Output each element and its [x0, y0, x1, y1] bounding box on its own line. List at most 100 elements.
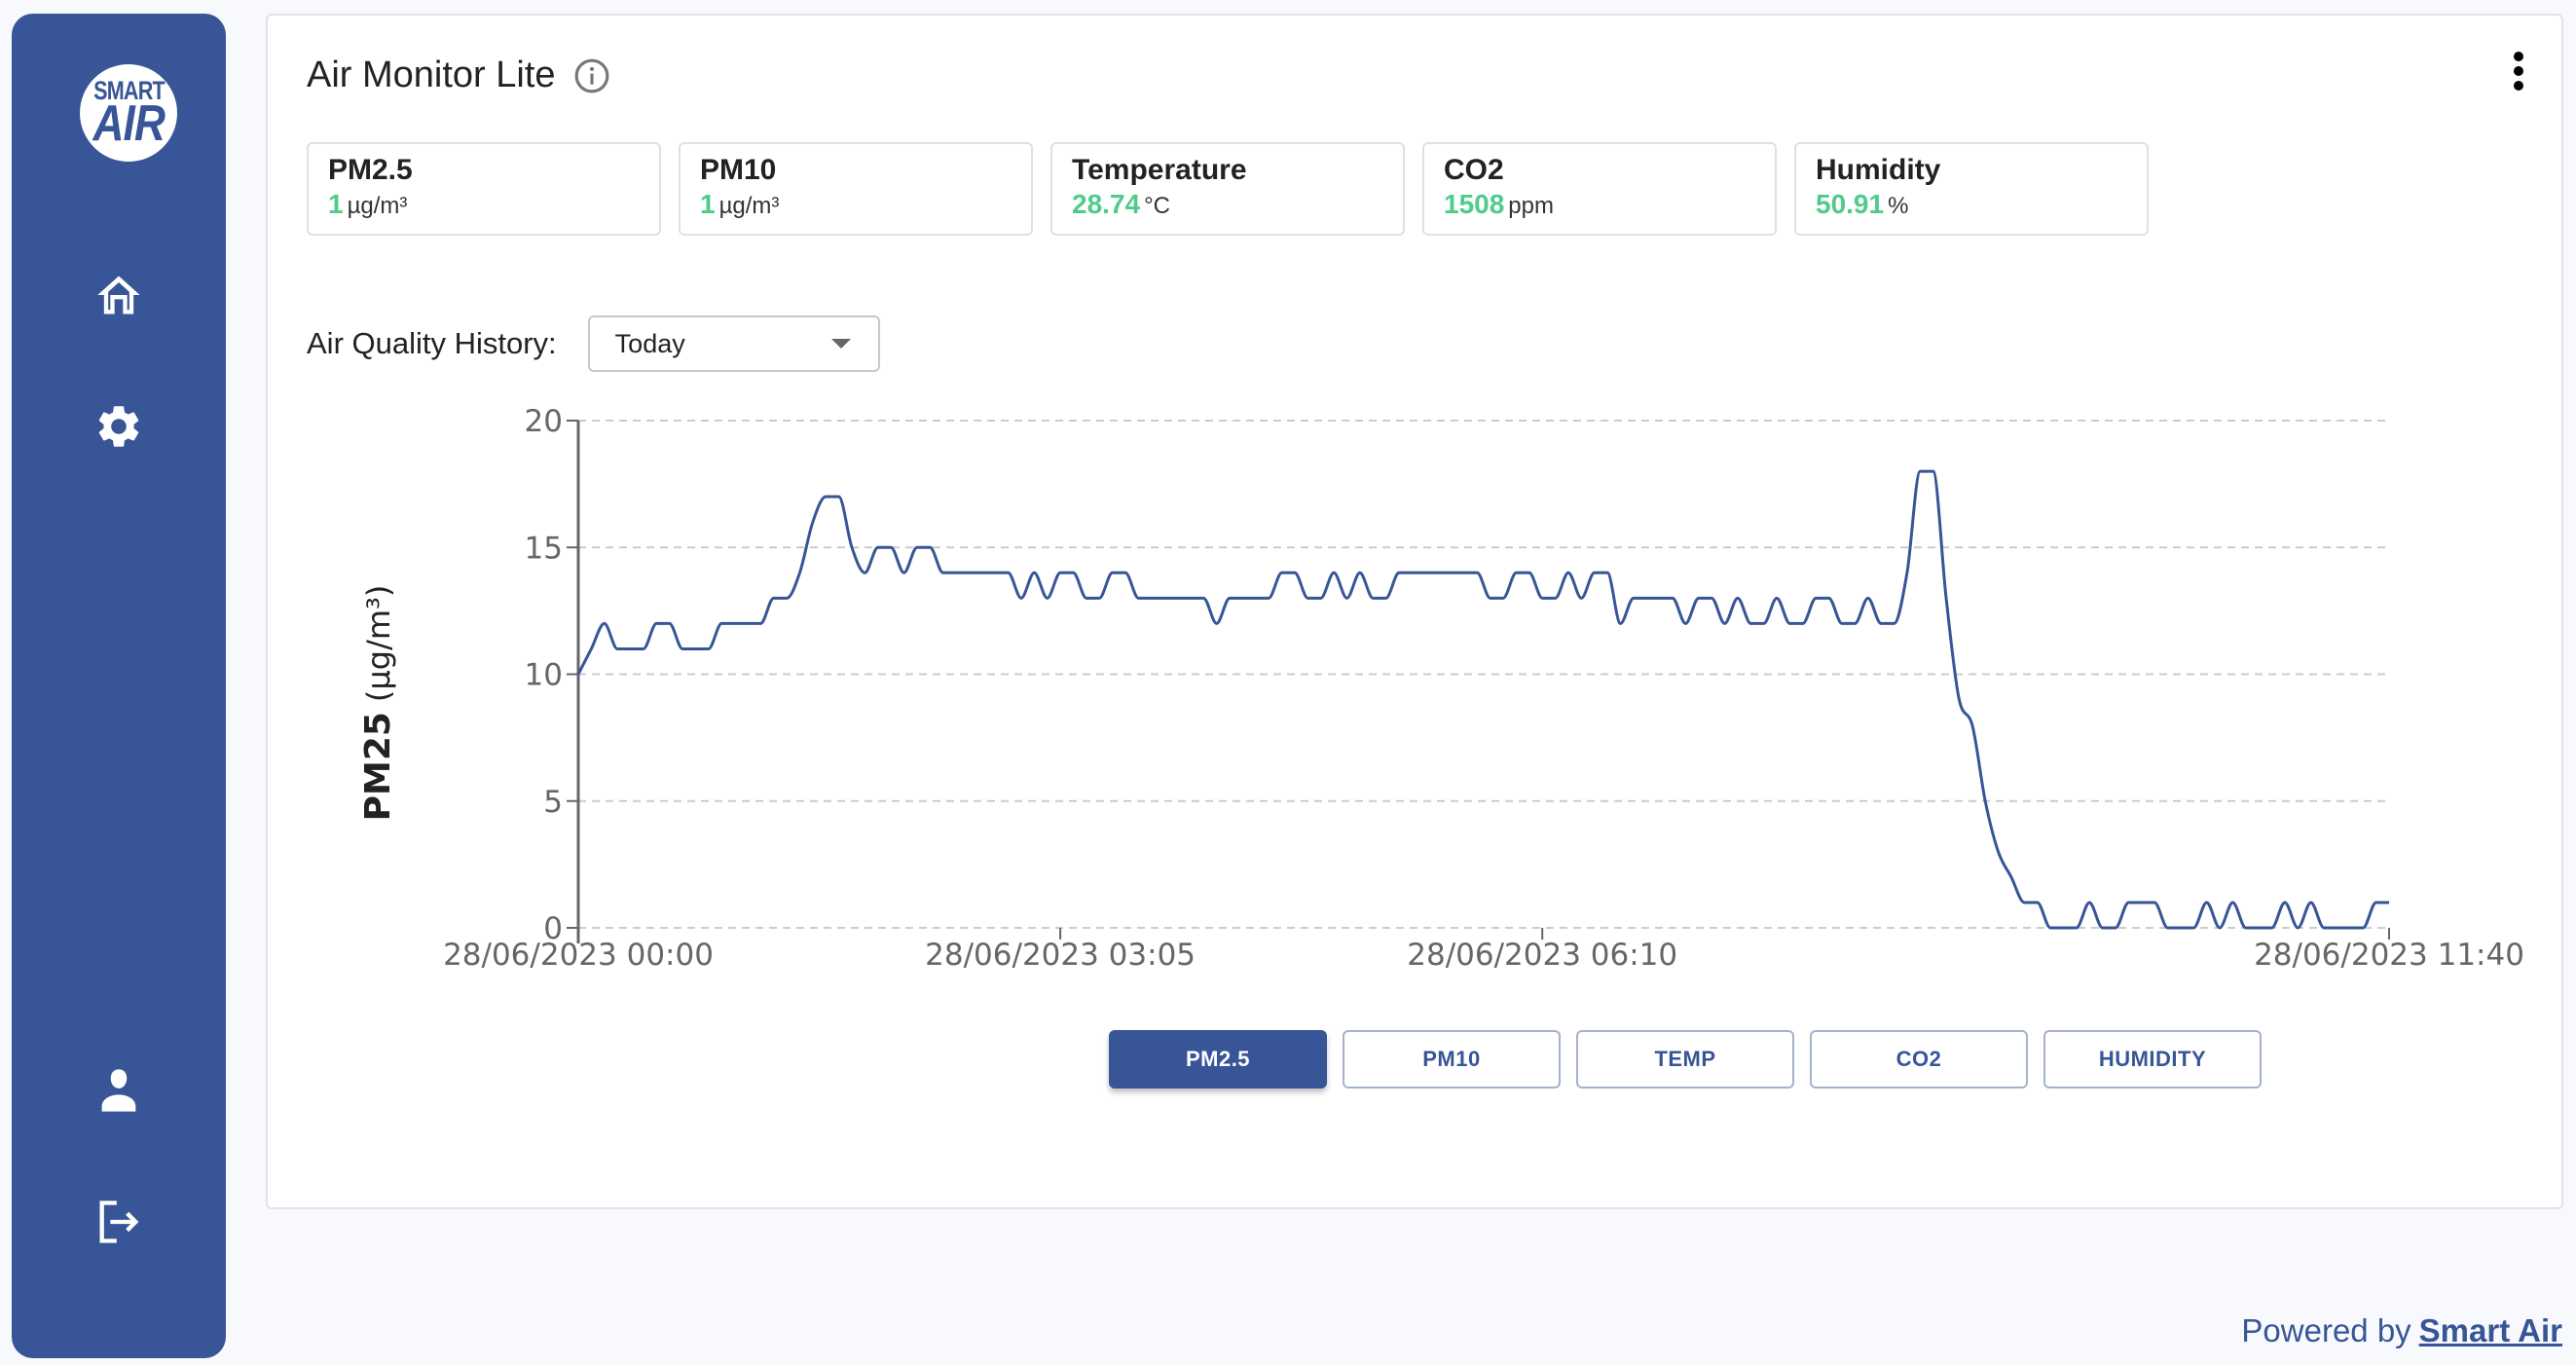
footer-prefix: Powered by — [2241, 1312, 2411, 1348]
data-point — [1196, 591, 1210, 605]
data-point — [728, 616, 742, 630]
data-point — [1927, 464, 1940, 478]
data-point — [1535, 591, 1549, 605]
data-point — [2265, 921, 2279, 935]
data-point — [1092, 591, 1106, 605]
data-point — [1666, 591, 1679, 605]
data-point — [1692, 591, 1706, 605]
x-tick-label: 28/06/2023 06:10 — [1407, 938, 1677, 973]
data-point — [2017, 896, 2031, 909]
data-point — [1066, 566, 1080, 579]
y-axis: 05101520 — [525, 404, 580, 946]
data-point — [1484, 591, 1497, 605]
data-point — [806, 515, 820, 529]
pm25-history-chart[interactable]: 05101520 28/06/2023 00:00 28/06/2023 03:0… — [0, 0, 2576, 1365]
data-point — [1966, 719, 1979, 732]
data-point — [1027, 566, 1041, 579]
data-point — [1431, 566, 1445, 579]
y-tick-label: 15 — [525, 531, 563, 566]
data-point — [1080, 591, 1093, 605]
data-point — [1380, 591, 1393, 605]
data-point — [1718, 616, 1732, 630]
y-axis-label-bold: PM25 — [358, 712, 398, 821]
data-point — [1262, 591, 1275, 605]
data-point — [1223, 591, 1236, 605]
data-point — [871, 540, 885, 554]
data-point — [2109, 921, 2122, 935]
data-point — [923, 540, 937, 554]
y-axis-label: PM25 (µg/m³) — [358, 585, 398, 822]
data-point — [2382, 896, 2396, 909]
data-point — [1509, 566, 1523, 579]
y-tick-label: 20 — [525, 404, 563, 439]
data-point — [1744, 616, 1757, 630]
data-point — [1574, 591, 1588, 605]
data-point — [1445, 566, 1458, 579]
data-point — [1131, 591, 1145, 605]
chart-grid — [578, 420, 2389, 929]
data-point — [1809, 591, 1822, 605]
data-point — [2252, 921, 2265, 935]
data-point — [1496, 591, 1510, 605]
data-point — [1041, 591, 1054, 605]
data-point — [1119, 566, 1132, 579]
x-tick-label: 28/06/2023 03:05 — [925, 938, 1196, 973]
data-point — [1835, 616, 1849, 630]
data-point — [1601, 566, 1614, 579]
data-point — [624, 642, 638, 655]
chart-series — [576, 464, 2396, 935]
data-point — [1288, 566, 1302, 579]
data-point — [1405, 566, 1418, 579]
data-point — [1366, 591, 1380, 605]
data-point — [1158, 591, 1171, 605]
data-point — [1861, 591, 1875, 605]
data-point — [2226, 896, 2239, 909]
y-tick-label: 5 — [543, 785, 563, 820]
data-point — [663, 616, 677, 630]
data-point — [1053, 566, 1067, 579]
series-line-pm25 — [576, 469, 2389, 930]
data-point — [2356, 921, 2370, 935]
data-point — [1171, 591, 1185, 605]
data-point — [1562, 566, 1575, 579]
data-point — [2187, 921, 2200, 935]
data-point — [1796, 616, 1810, 630]
data-point — [1939, 591, 1953, 605]
data-point — [819, 490, 832, 503]
data-point — [910, 540, 924, 554]
data-point — [1614, 616, 1628, 630]
x-axis: 28/06/2023 00:00 28/06/2023 03:05 28/06/20… — [443, 928, 2524, 973]
data-point — [2343, 921, 2357, 935]
data-point — [1822, 591, 1836, 605]
data-point — [2291, 921, 2304, 935]
data-point — [1523, 566, 1536, 579]
data-point — [1992, 845, 2006, 859]
data-point — [2005, 870, 2018, 884]
smart-air-link[interactable]: Smart Air — [2419, 1312, 2562, 1348]
data-point — [1952, 693, 1966, 707]
data-point — [1627, 591, 1640, 605]
data-point — [1588, 566, 1601, 579]
data-point — [1757, 616, 1771, 630]
data-point — [1392, 566, 1406, 579]
data-point — [610, 642, 624, 655]
data-point — [1340, 591, 1353, 605]
data-point — [2096, 921, 2110, 935]
data-point — [2070, 921, 2083, 935]
data-point — [1639, 591, 1653, 605]
data-point — [1549, 591, 1563, 605]
data-point — [1848, 616, 1861, 630]
data-point — [702, 642, 716, 655]
data-point — [988, 566, 1002, 579]
data-point — [2174, 921, 2188, 935]
data-point — [1314, 591, 1328, 605]
data-point — [1249, 591, 1263, 605]
data-point — [1900, 566, 1914, 579]
data-point — [1653, 591, 1667, 605]
data-point — [2370, 896, 2383, 909]
data-point — [1210, 616, 1224, 630]
data-point — [2161, 921, 2175, 935]
data-point — [1301, 591, 1314, 605]
data-point — [1874, 616, 1888, 630]
data-point — [676, 642, 689, 655]
